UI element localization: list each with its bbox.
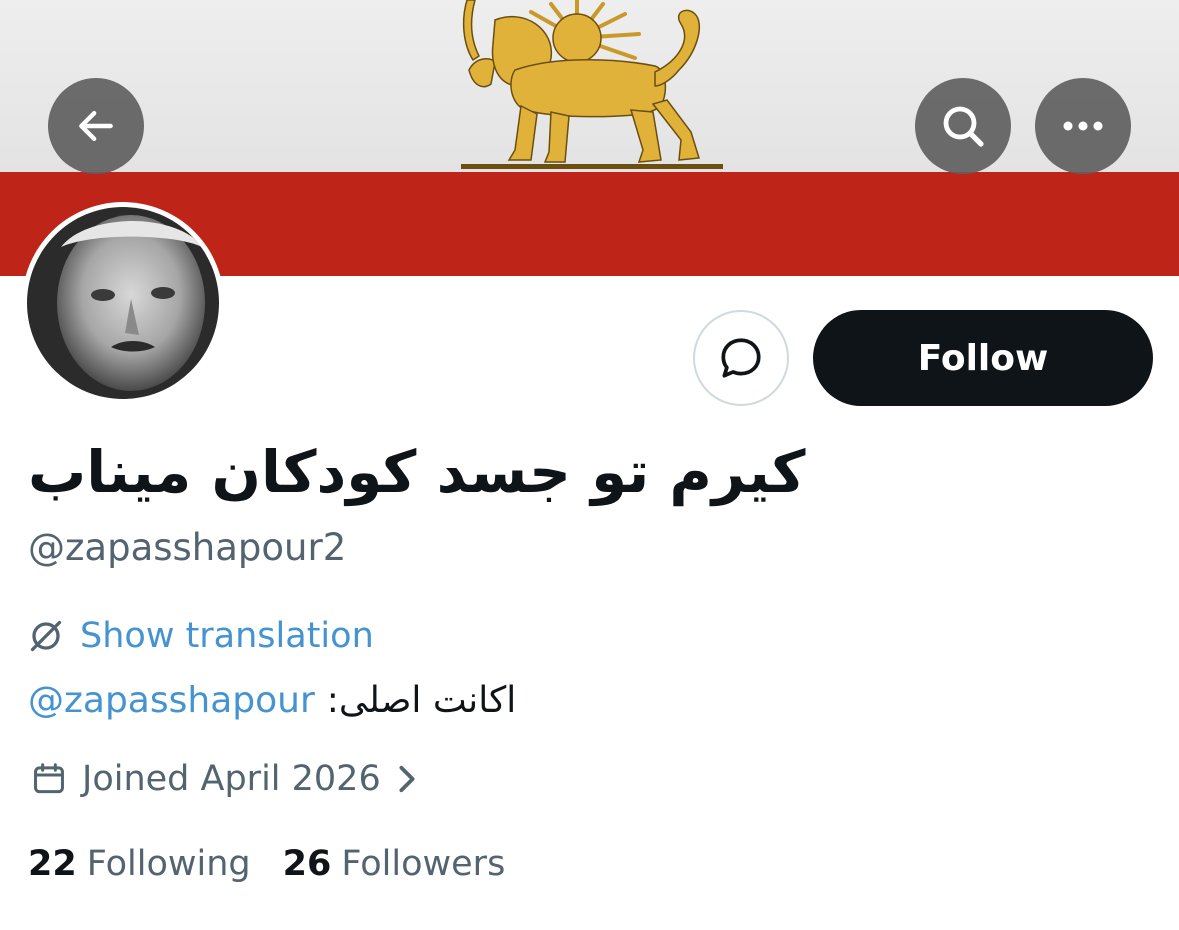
show-translation-label: Show translation <box>80 616 374 656</box>
search-icon <box>943 106 984 147</box>
profile-avatar[interactable] <box>22 202 224 404</box>
display-name: کیرم تو جسد کودکان میناب <box>28 438 806 506</box>
show-translation-link[interactable]: Show translation <box>28 612 374 660</box>
more-icon <box>1063 121 1103 131</box>
back-button[interactable] <box>48 78 144 174</box>
more-options-button[interactable] <box>1035 78 1131 174</box>
lion-and-sun-emblem <box>461 0 723 169</box>
bio-mention-link[interactable]: @zapasshapour <box>28 680 315 721</box>
following-link[interactable]: 22 Following <box>28 844 251 884</box>
avatar-photo <box>27 207 219 399</box>
message-icon <box>721 338 761 378</box>
followers-label: Followers <box>341 844 506 884</box>
calendar-icon <box>34 763 64 794</box>
joined-date: Joined April 2026 <box>82 759 381 799</box>
message-button[interactable] <box>693 310 789 406</box>
joined-date-row[interactable]: Joined April 2026 <box>30 754 417 804</box>
following-count: 22 <box>28 844 77 884</box>
followers-link[interactable]: 26 Followers <box>283 844 506 884</box>
user-handle: @zapasshapour2 <box>28 526 347 569</box>
translate-icon <box>30 620 62 652</box>
follow-stats: 22 Following 26 Followers <box>28 838 505 890</box>
back-arrow-icon <box>79 110 113 142</box>
profile-bio: @zapasshapour اکانت اصلی: <box>28 672 516 728</box>
followers-count: 26 <box>282 844 332 884</box>
following-label: Following <box>86 844 251 884</box>
follow-button[interactable]: Follow <box>813 310 1153 406</box>
chevron-right-icon <box>399 765 415 793</box>
search-button[interactable] <box>915 78 1011 174</box>
bio-text: اکانت اصلی: <box>326 679 517 721</box>
